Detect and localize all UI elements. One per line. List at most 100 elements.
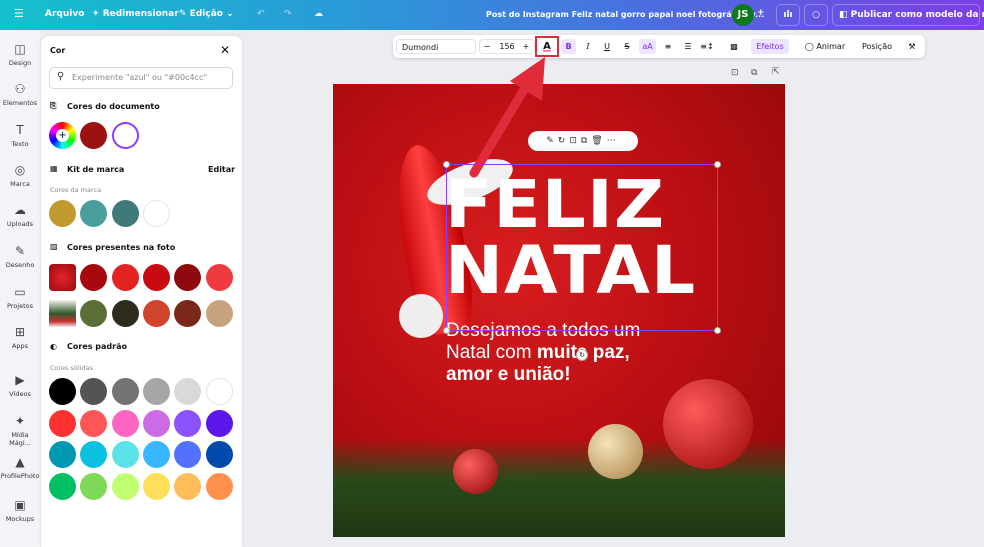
lock-icon[interactable]: ⊡	[731, 68, 739, 78]
cloud-save-icon[interactable]: ☁	[314, 9, 323, 19]
solid-color-swatch[interactable]	[49, 441, 76, 468]
bold-button[interactable]: B	[561, 39, 576, 54]
photo-color-swatch[interactable]	[111, 300, 139, 327]
photo-color-swatch[interactable]	[80, 300, 108, 327]
rotate-handle[interactable]: ↻	[576, 349, 588, 361]
effects-button[interactable]: Efeitos	[751, 39, 789, 54]
resize-handle[interactable]	[714, 161, 721, 168]
photo-thumbnail-red[interactable]	[49, 264, 76, 291]
solid-color-swatch[interactable]	[174, 409, 202, 437]
duplicate-page-icon[interactable]: ⧉	[751, 68, 757, 78]
decrease-size-button[interactable]: −	[482, 39, 492, 54]
brand-color-swatch[interactable]	[142, 200, 170, 227]
photo-color-swatch[interactable]	[205, 300, 233, 327]
list-icon[interactable]: ☰	[681, 39, 695, 54]
position-button[interactable]: Posição	[859, 39, 895, 54]
strikethrough-button[interactable]: S	[620, 39, 634, 54]
rail-item-apps[interactable]: ⊞ Apps	[0, 325, 40, 350]
doc-color-swatch[interactable]	[111, 122, 139, 149]
add-collaborator-button[interactable]: +	[757, 8, 765, 18]
rail-item-mdiamgi[interactable]: ✦ Mídia Mági...	[0, 414, 40, 447]
edit-label: Edição	[189, 9, 223, 19]
transparency-icon[interactable]: ▩	[727, 39, 741, 54]
doc-color-swatch[interactable]	[80, 122, 108, 149]
rail-item-projetos[interactable]: ▭ Projetos	[0, 285, 40, 310]
solid-color-swatch[interactable]	[80, 472, 108, 500]
solid-color-swatch[interactable]	[111, 441, 139, 468]
photo-color-swatch[interactable]	[80, 264, 108, 291]
solid-color-swatch[interactable]	[49, 472, 76, 500]
solid-color-swatch[interactable]	[205, 378, 233, 405]
rail-item-elementos[interactable]: ⚇ Elementos	[0, 82, 40, 107]
avatar[interactable]: JS	[732, 4, 754, 26]
rail-item-design[interactable]: ◫ Design	[0, 42, 40, 67]
undo-icon[interactable]: ↶	[257, 9, 265, 19]
increase-size-button[interactable]: +	[521, 39, 531, 54]
font-select[interactable]: Dumondi	[396, 39, 476, 54]
insights-icon[interactable]: ılı	[776, 4, 800, 26]
photo-color-swatch[interactable]	[142, 264, 170, 291]
document-title[interactable]: Post do Instagram Feliz natal gorro papa…	[486, 10, 764, 19]
brand-color-swatch[interactable]	[111, 200, 139, 227]
rail-item-texto[interactable]: T Texto	[0, 123, 40, 148]
solid-color-swatch[interactable]	[111, 472, 139, 500]
line-spacing-icon[interactable]: ≡↕	[700, 39, 714, 54]
solid-color-swatch[interactable]	[205, 409, 233, 437]
solid-color-swatch[interactable]	[174, 441, 202, 468]
photo-color-swatch[interactable]	[205, 264, 233, 291]
edit-mode-button[interactable]: ✎ Edição ⌄	[179, 9, 234, 19]
solid-color-swatch[interactable]	[205, 441, 233, 468]
redo-icon[interactable]: ↷	[284, 9, 292, 19]
solid-color-swatch[interactable]	[174, 472, 202, 500]
color-search-input[interactable]: ⚲ Experimente "azul" ou "#00c4cc"	[49, 67, 233, 89]
solid-color-swatch[interactable]	[111, 378, 139, 405]
photo-color-swatch[interactable]	[142, 300, 170, 327]
solid-color-swatch[interactable]	[80, 441, 108, 468]
rail-item-mockups[interactable]: ▣ Mockups	[0, 498, 40, 523]
animate-button[interactable]: ◯ Animar	[801, 39, 849, 54]
brand-edit-link[interactable]: Editar	[208, 165, 235, 174]
design-canvas[interactable]: FELIZ NATAL Desejamos a todos um Natal com…	[333, 84, 785, 537]
solid-color-swatch[interactable]	[80, 378, 108, 405]
resize-handle[interactable]	[443, 327, 450, 334]
solid-color-swatch[interactable]	[80, 409, 108, 437]
file-menu[interactable]: Arquivo	[45, 9, 84, 19]
photo-color-swatch[interactable]	[174, 264, 202, 291]
solid-color-swatch[interactable]	[142, 441, 170, 468]
align-left-icon[interactable]: ≡	[661, 39, 675, 54]
solid-color-swatch[interactable]	[142, 409, 170, 437]
solid-color-swatch[interactable]	[49, 378, 76, 405]
resize-handle[interactable]	[714, 327, 721, 334]
add-color-button[interactable]: +	[49, 122, 76, 149]
selection-box[interactable]	[446, 164, 718, 331]
photo-color-swatch[interactable]	[111, 264, 139, 291]
photo-thumbnail-ornaments[interactable]	[49, 300, 76, 327]
resize-button[interactable]: ✦ Redimensionar	[92, 9, 179, 19]
publish-template-button[interactable]: ◧ Publicar como modelo da marca	[832, 4, 984, 26]
hamburger-icon[interactable]: ☰	[14, 7, 24, 20]
photo-color-swatch[interactable]	[174, 300, 202, 327]
comment-icon[interactable]: ○	[804, 4, 828, 26]
solid-color-swatch[interactable]	[205, 472, 233, 500]
solid-color-swatch[interactable]	[142, 378, 170, 405]
brand-color-swatch[interactable]	[49, 200, 76, 227]
rail-item-uploads[interactable]: ☁ Uploads	[0, 203, 40, 228]
solid-color-swatch[interactable]	[142, 472, 170, 500]
rail-item-profilephoto[interactable]: ▲ ProfilePhoto	[0, 455, 40, 480]
underline-button[interactable]: U	[600, 39, 614, 54]
solid-color-swatch[interactable]	[49, 409, 76, 437]
text-color-button[interactable]: A	[535, 36, 559, 57]
solid-color-swatch[interactable]	[174, 378, 202, 405]
rail-item-desenho[interactable]: ✎ Desenho	[0, 244, 40, 269]
resize-handle[interactable]	[443, 161, 450, 168]
rail-item-vdeos[interactable]: ▶ Vídeos	[0, 373, 40, 398]
brand-color-swatch[interactable]	[80, 200, 108, 227]
paint-roller-icon[interactable]: ⚒	[905, 39, 919, 54]
rail-item-marca[interactable]: ◎ Marca	[0, 163, 40, 188]
add-page-icon[interactable]: ⇱	[772, 67, 780, 77]
italic-button[interactable]: I	[581, 39, 595, 54]
font-size-input[interactable]: 156	[496, 39, 518, 54]
case-button[interactable]: aA	[639, 39, 656, 54]
solid-color-swatch[interactable]	[111, 409, 139, 437]
close-icon[interactable]: ✕	[220, 43, 230, 57]
